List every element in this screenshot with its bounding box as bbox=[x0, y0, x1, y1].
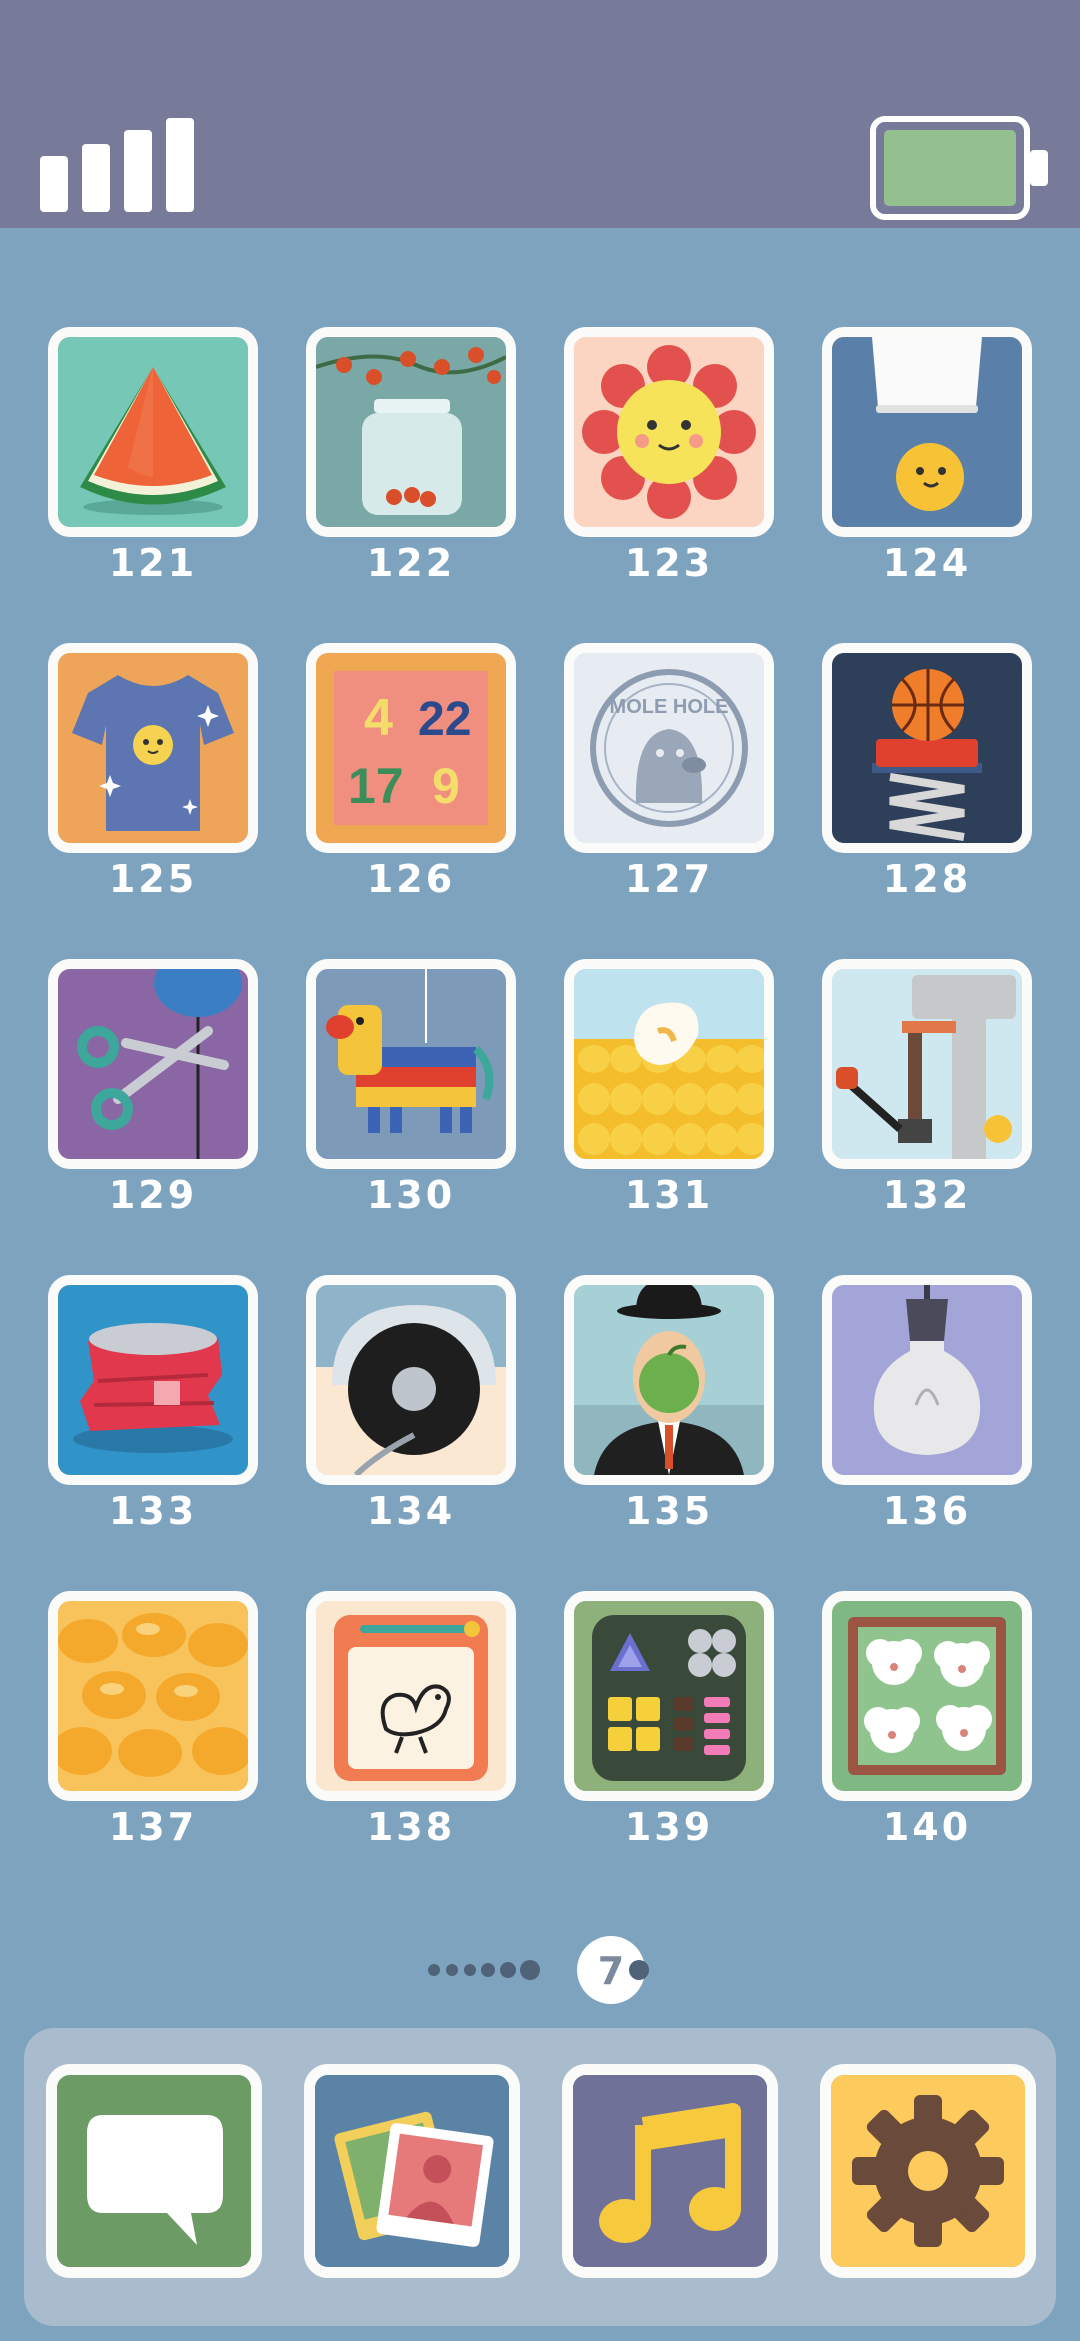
game-board-icon bbox=[574, 1601, 764, 1791]
level-139[interactable]: 139 bbox=[564, 1591, 774, 1871]
basketball-spring-icon bbox=[832, 653, 1022, 843]
level-number: 137 bbox=[108, 1805, 198, 1849]
level-thumbnail bbox=[306, 959, 516, 1169]
level-132[interactable]: 132 bbox=[822, 959, 1032, 1239]
level-thumbnail bbox=[822, 1275, 1032, 1485]
popcorn-corn-icon bbox=[574, 969, 764, 1159]
lightbulb-icon bbox=[832, 1285, 1022, 1475]
gear-icon bbox=[831, 2075, 1025, 2267]
pinata-icon bbox=[316, 969, 506, 1159]
level-thumbnail bbox=[822, 959, 1032, 1169]
svg-text:22: 22 bbox=[418, 693, 471, 746]
level-grid: 121 122 123 124 125 4 22 17 9 126 MOLE H… bbox=[0, 0, 1080, 1900]
level-number: 125 bbox=[108, 857, 198, 901]
level-125[interactable]: 125 bbox=[48, 643, 258, 923]
level-number: 124 bbox=[882, 541, 972, 585]
level-thumbnail bbox=[564, 959, 774, 1169]
settings-app-button[interactable] bbox=[820, 2064, 1036, 2278]
level-number: 122 bbox=[366, 541, 456, 585]
svg-text:4: 4 bbox=[364, 689, 393, 747]
level-130[interactable]: 130 bbox=[306, 959, 516, 1239]
level-number: 140 bbox=[882, 1805, 972, 1849]
level-number: 134 bbox=[366, 1489, 456, 1533]
level-131[interactable]: 131 bbox=[564, 959, 774, 1239]
level-number: 130 bbox=[366, 1173, 456, 1217]
level-124[interactable]: 124 bbox=[822, 327, 1032, 607]
level-123[interactable]: 123 bbox=[564, 327, 774, 607]
photo-icon bbox=[315, 2075, 509, 2267]
level-thumbnail: MOLE HOLE bbox=[564, 643, 774, 853]
watermelon-icon bbox=[58, 337, 248, 527]
level-122[interactable]: 122 bbox=[306, 327, 516, 607]
level-thumbnail bbox=[564, 1591, 774, 1801]
level-number: 133 bbox=[108, 1489, 198, 1533]
page-indicator[interactable]: 7 bbox=[420, 1930, 660, 2010]
berry-jar-icon bbox=[316, 337, 506, 527]
level-138[interactable]: 138 bbox=[306, 1591, 516, 1871]
svg-text:MOLE HOLE: MOLE HOLE bbox=[610, 696, 729, 718]
level-number: 132 bbox=[882, 1173, 972, 1217]
level-thumbnail bbox=[48, 327, 258, 537]
pasta-icon bbox=[58, 1601, 248, 1791]
level-140[interactable]: 140 bbox=[822, 1591, 1032, 1871]
level-137[interactable]: 137 bbox=[48, 1591, 258, 1871]
level-133[interactable]: 133 bbox=[48, 1275, 258, 1555]
level-129[interactable]: 129 bbox=[48, 959, 258, 1239]
mole-stamp-icon: MOLE HOLE bbox=[574, 653, 764, 843]
level-number: 136 bbox=[882, 1489, 972, 1533]
tshirt-icon bbox=[58, 653, 248, 843]
messages-app-button[interactable] bbox=[46, 2064, 262, 2278]
level-thumbnail bbox=[306, 1275, 516, 1485]
vacuum-icon bbox=[316, 1285, 506, 1475]
number-cards-icon: 4 22 17 9 bbox=[316, 653, 506, 843]
level-135[interactable]: 135 bbox=[564, 1275, 774, 1555]
level-thumbnail bbox=[306, 1591, 516, 1801]
music-app-button[interactable] bbox=[562, 2064, 778, 2278]
sheep-pen-icon bbox=[832, 1601, 1022, 1791]
apple-man-icon bbox=[574, 1285, 764, 1475]
chick-under-cup-icon bbox=[832, 337, 1022, 527]
level-thumbnail bbox=[822, 643, 1032, 853]
current-page-number: 7 bbox=[597, 1949, 625, 1993]
level-thumbnail bbox=[564, 1275, 774, 1485]
level-128[interactable]: 128 bbox=[822, 643, 1032, 923]
level-number: 138 bbox=[366, 1805, 456, 1849]
level-thumbnail bbox=[48, 643, 258, 853]
level-number: 128 bbox=[882, 857, 972, 901]
level-number: 135 bbox=[624, 1489, 714, 1533]
level-121[interactable]: 121 bbox=[48, 327, 258, 607]
music-note-icon bbox=[573, 2075, 767, 2267]
level-thumbnail bbox=[822, 327, 1032, 537]
level-136[interactable]: 136 bbox=[822, 1275, 1032, 1555]
level-thumbnail bbox=[306, 327, 516, 537]
sun-flower-icon bbox=[574, 337, 764, 527]
level-thumbnail bbox=[48, 1275, 258, 1485]
level-thumbnail: 4 22 17 9 bbox=[306, 643, 516, 853]
level-number: 127 bbox=[624, 857, 714, 901]
level-127[interactable]: MOLE HOLE 127 bbox=[564, 643, 774, 923]
photos-app-button[interactable] bbox=[304, 2064, 520, 2278]
level-126[interactable]: 4 22 17 9 126 bbox=[306, 643, 516, 923]
level-number: 131 bbox=[624, 1173, 714, 1217]
level-134[interactable]: 134 bbox=[306, 1275, 516, 1555]
scissors-balloon-icon bbox=[58, 969, 248, 1159]
level-thumbnail bbox=[48, 959, 258, 1169]
duck-drawing-icon bbox=[316, 1601, 506, 1791]
level-thumbnail bbox=[48, 1591, 258, 1801]
svg-text:17: 17 bbox=[348, 758, 404, 814]
level-number: 123 bbox=[624, 541, 714, 585]
level-thumbnail bbox=[822, 1591, 1032, 1801]
speech-bubble-icon bbox=[57, 2075, 251, 2267]
level-number: 126 bbox=[366, 857, 456, 901]
svg-text:9: 9 bbox=[432, 758, 460, 814]
stone-press-icon bbox=[832, 969, 1022, 1159]
level-number: 121 bbox=[108, 541, 198, 585]
level-thumbnail bbox=[564, 327, 774, 537]
crushed-can-icon bbox=[58, 1285, 248, 1475]
level-number: 129 bbox=[108, 1173, 198, 1217]
level-number: 139 bbox=[624, 1805, 714, 1849]
